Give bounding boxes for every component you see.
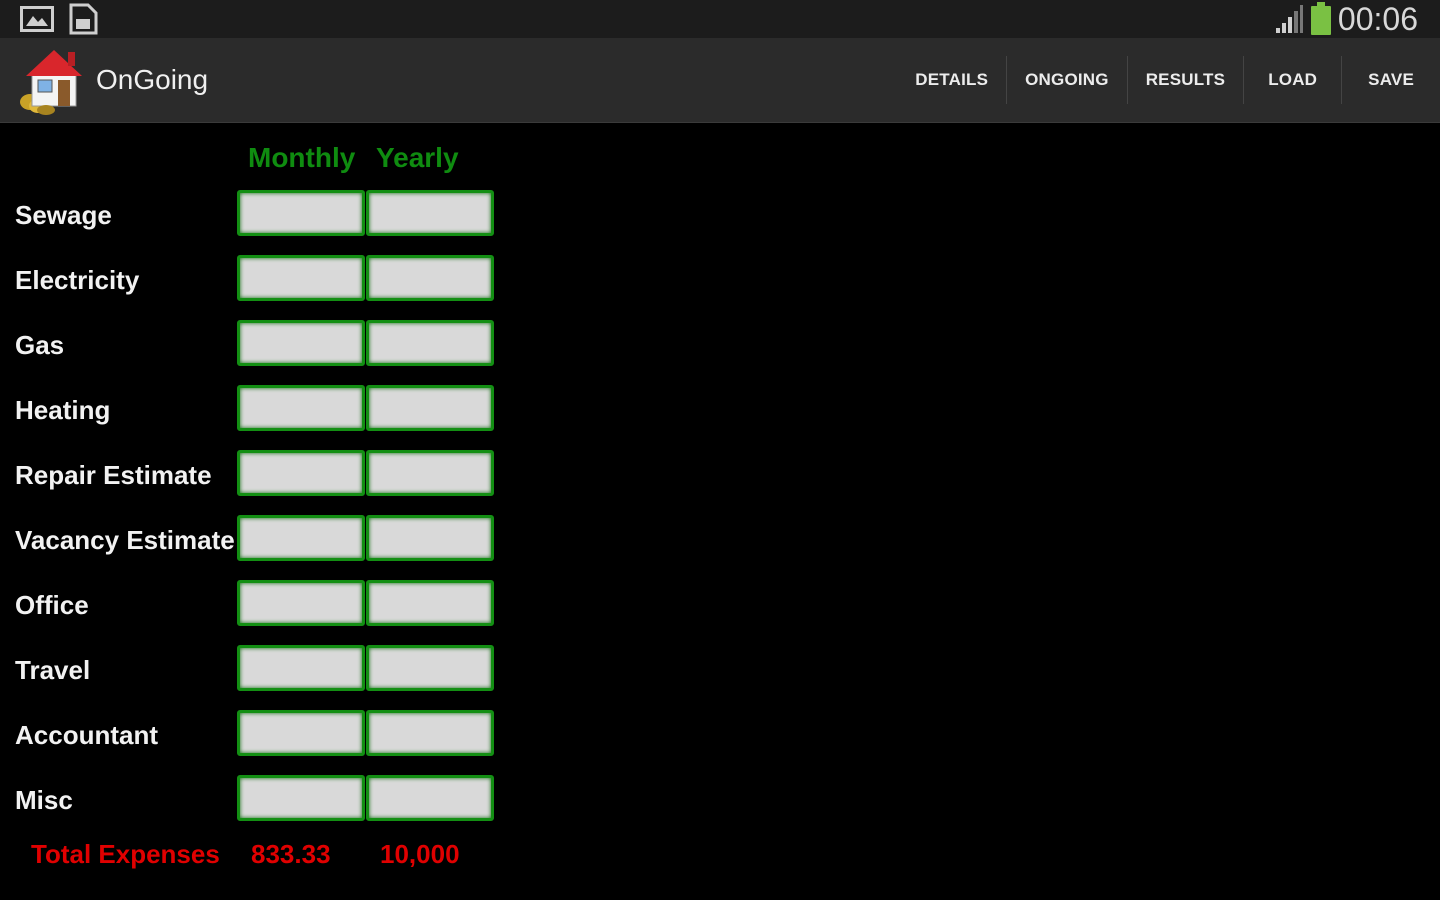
- electricity-yearly-input[interactable]: [366, 255, 494, 301]
- sewage-monthly-input[interactable]: [237, 190, 365, 236]
- row-label-travel: Travel: [15, 655, 91, 685]
- results-button[interactable]: RESULTS: [1128, 56, 1243, 104]
- accountant-yearly-input[interactable]: [366, 710, 494, 756]
- app-title: OnGoing: [96, 64, 209, 95]
- house-coins-icon[interactable]: [16, 44, 88, 116]
- row-label-vacancy-estimate: Vacancy Estimate: [15, 525, 235, 555]
- row-label-electricity: Electricity: [15, 265, 140, 295]
- accountant-monthly-input[interactable]: [237, 710, 365, 756]
- total-monthly-value: 833.33: [251, 839, 331, 869]
- ongoing-button[interactable]: ONGOING: [1007, 56, 1127, 104]
- vacancy-estimate-yearly-input[interactable]: [366, 515, 494, 561]
- monthly-header: Monthly: [248, 142, 356, 173]
- sewage-yearly-input[interactable]: [366, 190, 494, 236]
- repair-estimate-monthly-input[interactable]: [237, 450, 365, 496]
- office-yearly-input[interactable]: [366, 580, 494, 626]
- sd-card-icon: [69, 3, 98, 35]
- row-label-misc: Misc: [15, 785, 73, 815]
- travel-monthly-input[interactable]: [237, 645, 365, 691]
- heating-yearly-input[interactable]: [366, 385, 494, 431]
- office-monthly-input[interactable]: [237, 580, 365, 626]
- action-buttons: DETAILS ONGOING RESULTS LOAD SAVE: [897, 38, 1440, 122]
- save-button[interactable]: SAVE: [1342, 56, 1440, 104]
- notification-icons: [20, 3, 98, 35]
- battery-icon: [1310, 2, 1331, 35]
- row-label-heating: Heating: [15, 395, 111, 425]
- yearly-header: Yearly: [376, 142, 459, 173]
- row-label-sewage: Sewage: [15, 200, 112, 230]
- row-label-gas: Gas: [15, 330, 65, 360]
- total-expenses-label: Total Expenses: [31, 839, 220, 869]
- repair-estimate-yearly-input[interactable]: [366, 450, 494, 496]
- row-label-office: Office: [15, 590, 89, 620]
- total-yearly-value: 10,000: [380, 839, 460, 869]
- travel-yearly-input[interactable]: [366, 645, 494, 691]
- status-bar: 00:06: [0, 0, 1440, 38]
- clock: 00:06: [1337, 1, 1418, 37]
- system-status: 00:06: [1274, 2, 1418, 36]
- misc-yearly-input[interactable]: [366, 775, 494, 821]
- picture-icon: [20, 6, 54, 32]
- electricity-monthly-input[interactable]: [237, 255, 365, 301]
- misc-monthly-input[interactable]: [237, 775, 365, 821]
- details-button[interactable]: DETAILS: [897, 56, 1006, 104]
- signal-icon: [1275, 5, 1303, 33]
- heating-monthly-input[interactable]: [237, 385, 365, 431]
- row-label-repair-estimate: Repair Estimate: [15, 460, 212, 490]
- action-bar: OnGoing DETAILS ONGOING RESULTS LOAD SAV…: [0, 38, 1440, 123]
- load-button[interactable]: LOAD: [1244, 56, 1341, 104]
- row-label-accountant: Accountant: [15, 720, 158, 750]
- gas-yearly-input[interactable]: [366, 320, 494, 366]
- vacancy-estimate-monthly-input[interactable]: [237, 515, 365, 561]
- gas-monthly-input[interactable]: [237, 320, 365, 366]
